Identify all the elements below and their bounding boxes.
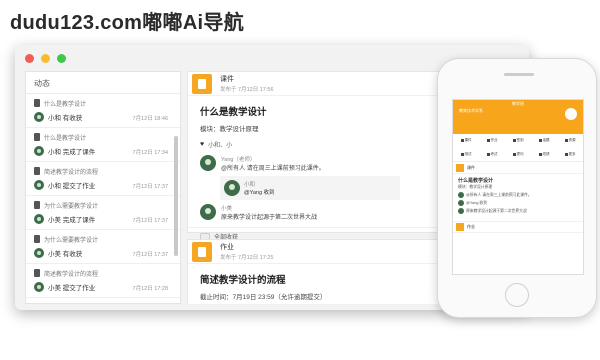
document-icon: [34, 133, 40, 141]
tool-item[interactable]: 课件: [453, 134, 479, 148]
avatar[interactable]: [565, 108, 577, 120]
card-publish-time: 发布于 7月12日 17:25: [220, 255, 274, 261]
comment-text: @所有人 请在周三上课前预习此课件。: [221, 166, 325, 172]
feed-item-title: 什么是教学设计: [44, 135, 87, 142]
phone-mockup: 教学班 教育技术学系 课件 作业 签到 话题 资源 测试 考试 提问 成绩 更多…: [437, 58, 597, 318]
feed-item-user: 小美 有收获: [48, 251, 83, 258]
tool-item[interactable]: 考试: [479, 148, 505, 162]
homework-icon: [192, 241, 212, 262]
phone-screen: 教学班 教育技术学系 课件 作业 签到 话题 资源 测试 考试 提问 成绩 更多…: [452, 99, 584, 275]
likes-list: 小和、小: [208, 143, 233, 149]
comment-text: 原来教学设计起源于第二次世界大战: [221, 215, 318, 221]
courseware-icon: [192, 73, 212, 94]
phone-class-name: 教育技术学系: [459, 108, 483, 113]
document-icon: [34, 235, 40, 243]
tool-item[interactable]: 提问: [505, 148, 531, 162]
document-icon: [34, 99, 40, 107]
card-type: 作业: [220, 244, 234, 251]
phone-card-title: 什么是教学设计: [458, 178, 494, 184]
avatar: [34, 180, 44, 190]
phone-header: 教学班 教育技术学系: [453, 100, 583, 134]
avatar: [34, 248, 44, 258]
avatar: [200, 204, 216, 220]
tool-item[interactable]: 更多: [557, 148, 583, 162]
avatar: [34, 214, 44, 224]
close-window-button[interactable]: [25, 53, 34, 63]
feed-item-time: 7月12日 17:37: [132, 252, 168, 258]
feed-item[interactable]: 简述教学设计的流程 小美 提交了作业 7月12日 17:28: [26, 264, 180, 298]
reply-text: @Yang 收到: [244, 190, 275, 196]
avatar: [34, 112, 44, 122]
feed-item-title: 为什么需要教学设计: [44, 203, 99, 210]
tool-item[interactable]: 签到: [505, 134, 531, 148]
phone-comment-text: 原来教学设计起源于第二次世界大战: [466, 208, 527, 213]
tool-item[interactable]: 测试: [453, 148, 479, 162]
phone-comment: 原来教学设计起源于第二次世界大战: [453, 207, 583, 215]
feed-item[interactable]: 简述教学设计的流程 小和 提交了作业 7月12日 17:37: [26, 162, 180, 196]
feed-item[interactable]: 什么是教学设计 小和 完成了课件 7月12日 17:34: [26, 128, 180, 162]
feed-item-time: 7月12日 17:34: [132, 150, 168, 156]
phone-status: 教学班: [512, 101, 524, 106]
comment-author: 小美: [221, 206, 233, 212]
avatar: [224, 180, 240, 196]
phone-comment-text: @所有人 请在周三上课前预习此课件。: [466, 192, 532, 197]
phone-speaker: [504, 73, 534, 76]
home-button[interactable]: [505, 283, 529, 307]
card-type: 课件: [220, 76, 234, 83]
watermark-text: dudu123.com嘟嘟Ai导航: [10, 12, 245, 34]
sidebar-scrollbar[interactable]: [174, 136, 178, 256]
feed-item-title: 为什么需要教学设计: [44, 237, 99, 244]
document-icon: [34, 167, 40, 175]
reply: 小和 @Yang 收到: [220, 176, 400, 200]
comment-author: Yang（老师）: [221, 157, 256, 163]
feed-item[interactable]: 为什么需要教学设计 小美 有收获 7月12日 17:37: [26, 230, 180, 264]
feed-item[interactable]: 什么是教学设计 小和 有收获 7月12日 18:46: [26, 94, 180, 128]
tool-item[interactable]: 作业: [479, 134, 505, 148]
phone-comment: @所有人 请在周三上课前预习此课件。: [453, 191, 583, 199]
phone-card-type: 作业: [467, 224, 475, 229]
phone-card-head[interactable]: 作业: [453, 221, 583, 233]
feed-item-time: 7月12日 17:28: [132, 286, 168, 292]
courseware-icon: [456, 163, 464, 172]
card-publish-time: 发布于 7月12日 17:56: [220, 87, 274, 93]
feed-item-user: 小和 有收获: [48, 115, 83, 122]
phone-card-head[interactable]: 课件: [453, 162, 583, 174]
avatar: [34, 282, 44, 292]
feed-item-time: 7月12日 18:46: [132, 116, 168, 122]
avatar: [200, 155, 216, 171]
phone-reply-text: @Yang 收到: [466, 200, 488, 205]
feed-item-title: 什么是教学设计: [44, 101, 87, 108]
feed-item-user: 小美 提交了作业: [48, 285, 96, 292]
activity-sidebar: 动态 什么是教学设计 小和 有收获 7月12日 18:46 什么是教学设计 小和…: [25, 71, 181, 304]
document-icon: [34, 269, 40, 277]
feed-item-title: 简述教学设计的流程: [44, 271, 99, 278]
minimize-window-button[interactable]: [41, 53, 50, 63]
document-icon: [34, 201, 40, 209]
feed-item-title: 简述教学设计的流程: [44, 169, 99, 176]
homework-icon: [456, 223, 464, 231]
phone-card-module: 模块：教学设计原理: [458, 185, 493, 189]
avatar: [458, 208, 464, 214]
tool-item[interactable]: 资源: [557, 134, 583, 148]
avatar: [458, 192, 464, 198]
feed-item-time: 7月12日 17:37: [132, 184, 168, 190]
avatar: [34, 146, 44, 156]
maximize-window-button[interactable]: [57, 53, 66, 63]
tool-item[interactable]: 话题: [531, 134, 557, 148]
feed-item-user: 小和 提交了作业: [48, 183, 96, 190]
sidebar-title: 动态: [26, 72, 180, 94]
feed-item-user: 小美 完成了课件: [48, 217, 96, 224]
feed-item-time: 7月12日 17:37: [132, 218, 168, 224]
tool-item[interactable]: 成绩: [531, 148, 557, 162]
phone-reply: @Yang 收到: [453, 199, 583, 207]
phone-tool-grid: 课件 作业 签到 话题 资源 测试 考试 提问 成绩 更多: [453, 134, 583, 162]
phone-card-type: 课件: [467, 164, 475, 170]
reply-author: 小和: [244, 182, 256, 188]
avatar: [458, 200, 464, 206]
feed-item[interactable]: 为什么需要教学设计 小美 完成了课件 7月12日 17:37: [26, 196, 180, 230]
feed-item-user: 小和 完成了课件: [48, 149, 96, 156]
heart-icon[interactable]: ♥: [200, 141, 204, 148]
